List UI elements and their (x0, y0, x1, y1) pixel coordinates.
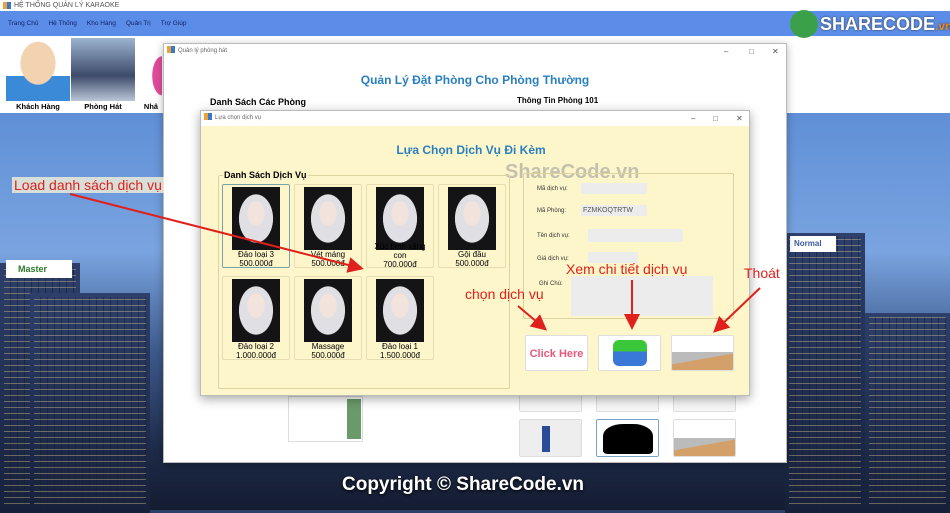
annotation-choose: chọn dịch vụ (465, 286, 544, 302)
annotation-load: Load danh sách dịch vụ (12, 177, 164, 193)
annotation-exit: Thoát (744, 265, 780, 281)
annotation-arrows (69, 193, 761, 333)
copyright: Copyright © ShareCode.vn (342, 474, 585, 495)
annotation-detail: Xem chi tiết dịch vụ (566, 261, 688, 277)
